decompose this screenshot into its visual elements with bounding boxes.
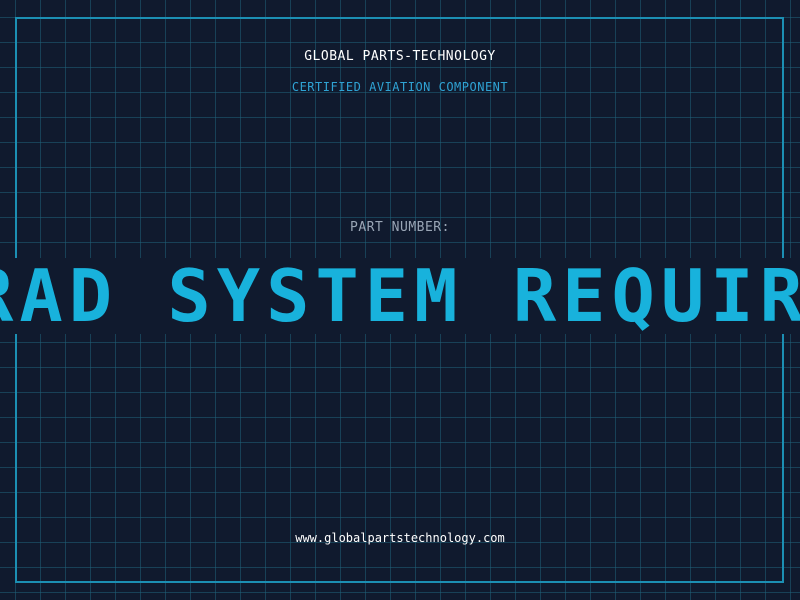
certification-subtitle: CERTIFIED AVIATION COMPONENT	[291, 80, 509, 94]
company-name: GLOBAL PARTS-TECHNOLOGY	[304, 49, 496, 64]
part-number-value: RAD SYSTEM REQUIRED	[0, 258, 800, 334]
part-number-band: RAD SYSTEM REQUIRED	[0, 258, 800, 334]
website-url: www.globalpartstechnology.com	[295, 531, 505, 545]
part-number-label: PART NUMBER:	[350, 220, 450, 235]
grid-canvas: GLOBAL PARTS-TECHNOLOGY CERTIFIED AVIATI…	[0, 0, 800, 600]
